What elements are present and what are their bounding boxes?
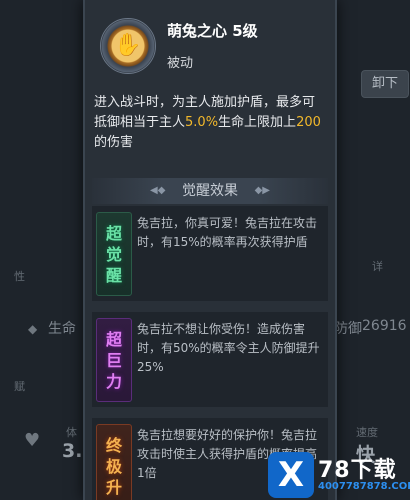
badge-char: 极 [105, 456, 122, 476]
defense-value: 26916 [362, 318, 407, 334]
skill-type: 被动 [167, 56, 194, 71]
badge-char: 终 [105, 435, 122, 455]
heart-icon: ♥ [24, 430, 41, 451]
skill-description: 进入战斗时，为主人施加护盾，最多可抵御相当于主人5.0%生命上限加上200的伤害 [94, 93, 327, 153]
badge-char: 升 [105, 477, 122, 497]
defense-label: 防御 [334, 321, 362, 337]
diamond-icon: ◆▶ [254, 185, 270, 196]
badge-char: 醒 [105, 265, 122, 285]
skill-name: 萌兔之心 5级 [167, 22, 258, 40]
awakening-header: ◀◆ 觉醒效果 ◆▶ [92, 178, 328, 204]
misc-label: 赋 [14, 380, 25, 393]
awakening-item: 超 觉 醒 兔吉拉，你真可爱！兔吉拉在攻击时，有15%的概率再次获得护盾 [92, 206, 328, 301]
badge-char: 超 [105, 223, 122, 243]
awakening-title: 觉醒效果 [182, 183, 238, 199]
badge-char: 巨 [105, 350, 122, 370]
speed-label: 速度 [356, 426, 378, 439]
detail-label: 详 [372, 260, 383, 273]
skill-icon: ✋ [100, 18, 156, 74]
unload-button[interactable]: 卸下 [361, 70, 409, 98]
awakening-badge: 超 巨 力 [96, 318, 132, 402]
life-icon: ◆ [28, 322, 38, 336]
skill-desc-number: 200 [296, 115, 321, 130]
awakening-text: 兔吉拉不想让你受伤！造成伤害时，有50%的概率令主人防御提升25% [137, 322, 320, 374]
hp-short-label: 体 [66, 426, 77, 439]
awakening-badge: 终 极 升 [96, 424, 132, 500]
badge-char: 超 [105, 329, 122, 349]
skill-desc-part3: 的伤害 [94, 135, 134, 150]
awakening-item: 超 巨 力 兔吉拉不想让你受伤！造成伤害时，有50%的概率令主人防御提升25% [92, 312, 328, 407]
paw-icon: ✋ [114, 33, 142, 58]
life-label: 生命 [48, 321, 76, 337]
awakening-badge: 超 觉 醒 [96, 212, 132, 296]
skill-desc-percent: 5.0% [185, 115, 219, 130]
hp-value: 3. [62, 440, 83, 462]
watermark: X 78下载 4007787878.COM [268, 452, 410, 498]
awakening-text: 兔吉拉，你真可爱！兔吉拉在攻击时，有15%的概率再次获得护盾 [137, 216, 318, 249]
skill-desc-part2: 生命上限加上 [218, 115, 297, 130]
badge-char: 觉 [105, 244, 122, 264]
badge-char: 力 [105, 371, 122, 391]
watermark-title: 78下载 [318, 458, 397, 483]
skill-popup: ✋ 萌兔之心 5级 被动 进入战斗时，为主人施加护盾，最多可抵御相当于主人5.0… [83, 0, 337, 500]
attr-label: 性 [14, 270, 25, 283]
watermark-url: 4007787878.COM [318, 481, 410, 492]
watermark-logo: X [268, 452, 314, 498]
